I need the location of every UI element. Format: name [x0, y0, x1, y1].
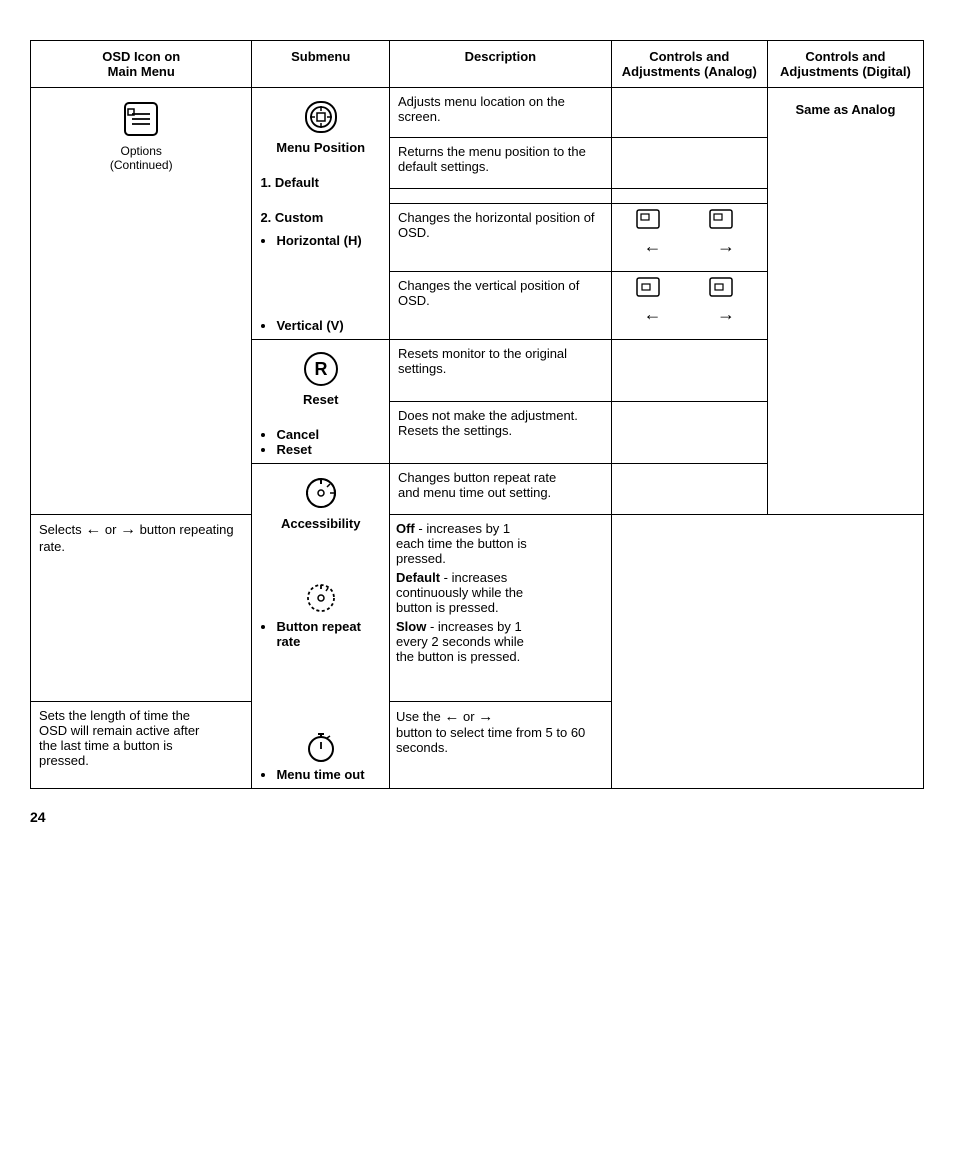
header-osd: OSD Icon onMain Menu [31, 41, 252, 88]
horizontal-analog-cell: ← → [611, 204, 767, 272]
accessibility-icon [302, 474, 340, 512]
menu-position-sub1: 1. Default [260, 175, 381, 190]
horizontal-desc-cell: Changes the horizontal position of OSD. [389, 204, 611, 272]
reset-desc: Resets monitor to the original settings. [398, 346, 567, 376]
reset-analog [611, 340, 767, 402]
right-arrow-inline: → [120, 521, 136, 538]
vertical-left-icon [635, 276, 671, 304]
button-repeat-desc-or: or [105, 522, 120, 537]
menu-position-analog-empty [611, 88, 767, 138]
horizontal-desc: Changes the horizontal position of OSD. [398, 210, 595, 240]
header-submenu: Submenu [252, 41, 390, 88]
button-repeat-analog-cell: Off - increases by 1 each time the butto… [389, 515, 611, 701]
reset-icon: R [302, 350, 340, 388]
timeout-or: or [463, 709, 478, 724]
main-table: OSD Icon onMain Menu Submenu Description… [30, 40, 924, 789]
menu-timeout-item: Menu time out [260, 729, 381, 782]
button-repeat-off: Off - increases by 1 each time the butto… [396, 521, 605, 566]
horizontal-item: Horizontal (H) [260, 233, 381, 248]
button-repeat-slow: Slow - increases by 1 every 2 seconds wh… [396, 619, 605, 664]
button-repeat-icon [304, 581, 338, 615]
same-as-analog-cell: Same as Analog [767, 88, 923, 515]
horizontal-right-ctrl: → [708, 208, 744, 257]
off-desc: - increases by 1 each time the button is… [396, 521, 527, 566]
off-label: Off [396, 521, 415, 536]
options-menu-position-row: Options (Continued) Menu Position 1. [31, 88, 924, 138]
button-repeat-row: Selects ← or → button repeating rate. Of… [31, 515, 924, 701]
accessibility-desc: Changes button repeat rate and menu time… [398, 470, 556, 500]
custom-desc-cell [389, 188, 611, 203]
menu-position-desc-main: Adjusts menu location on the screen. [398, 94, 565, 124]
custom-analog [611, 188, 767, 203]
options-osd-icon [120, 98, 162, 140]
left-arrow-icon: ← [644, 236, 662, 257]
right-arrow-icon: → [717, 236, 735, 257]
button-repeat-item: Button repeat rate [260, 581, 381, 649]
menu-position-desc-cell: Adjusts menu location on the screen. [389, 88, 611, 138]
button-repeat-desc-prefix: Selects [39, 522, 85, 537]
cancel-label: Cancel [276, 427, 319, 442]
vertical-right-arrow: → [717, 304, 735, 325]
accessibility-analog [611, 464, 767, 515]
options-icon-cell: Options (Continued) [31, 88, 252, 515]
reset-label: Reset [260, 392, 381, 407]
reset-desc-cell: Resets monitor to the original settings. [389, 340, 611, 402]
menu-position-submenu-cell: Menu Position 1. Default 2. Custom Horiz… [252, 88, 390, 340]
default-desc-cell: Returns the menu position to the default… [389, 138, 611, 188]
menu-timeout-icon [304, 729, 338, 763]
default-analog [611, 138, 767, 188]
slow-label: Slow [396, 619, 426, 634]
vertical-right-icon [708, 276, 744, 304]
default-label: Default [396, 570, 440, 585]
button-repeat-label: Button repeat rate [276, 619, 361, 649]
header-analog: Controls andAdjustments (Analog) [611, 41, 767, 88]
accessibility-submenu-cell: Accessibility Button repeat rate [252, 464, 390, 789]
vertical-item: Vertical (V) [260, 318, 381, 333]
timeout-left-arrow: ← [444, 708, 459, 725]
vertical-desc: Changes the vertical position of OSD. [398, 278, 579, 308]
menu-timeout-ctrl-text: Use the [396, 709, 444, 724]
header-digital: Controls andAdjustments (Digital) [767, 41, 923, 88]
svg-text:R: R [314, 359, 327, 379]
accessibility-label: Accessibility [260, 516, 381, 531]
vertical-left-ctrl: ← [635, 276, 671, 325]
menu-timeout-label: Menu time out [276, 767, 364, 782]
page-number: 24 [30, 809, 924, 825]
menu-timeout-desc-cell: Sets the length of time the OSD will rem… [31, 701, 252, 788]
reset-submenu-cell: R Reset Cancel Reset [252, 340, 390, 464]
reset-desc-2: Resets the settings. [398, 423, 603, 438]
button-repeat-default: Default - increases continuously while t… [396, 570, 605, 615]
header-description: Description [389, 41, 611, 88]
menu-timeout-analog-cell: Use the ← or → button to select time fro… [389, 701, 611, 788]
menu-position-icon [302, 98, 340, 136]
same-as-analog-text: Same as Analog [776, 98, 915, 121]
menu-timeout-desc: Sets the length of time the OSD will rem… [39, 708, 199, 768]
horizontal-left-ctrl: ← [635, 208, 671, 257]
left-arrow-inline: ← [85, 521, 101, 538]
menu-timeout-row: Sets the length of time the OSD will rem… [31, 701, 924, 788]
horizontal-left-icon [635, 208, 671, 236]
timeout-right-arrow: → [478, 708, 493, 725]
menu-position-label: Menu Position [260, 140, 381, 155]
button-repeat-desc-cell: Selects ← or → button repeating rate. [31, 515, 252, 701]
cancel-reset-desc-cell: Does not make the adjustment. Resets the… [389, 402, 611, 464]
options-label: Options (Continued) [39, 144, 243, 172]
cancel-reset-analog [611, 402, 767, 464]
horizontal-right-icon [708, 208, 744, 236]
timeout-ctrl-suffix: button to select time from 5 to 60 secon… [396, 725, 585, 755]
vertical-analog-cell: ← → [611, 271, 767, 339]
accessibility-desc-cell: Changes button repeat rate and menu time… [389, 464, 611, 515]
vertical-right-ctrl: → [708, 276, 744, 325]
vertical-desc-cell: Changes the vertical position of OSD. [389, 271, 611, 339]
menu-position-sub2: 2. Custom [260, 210, 381, 225]
cancel-desc: Does not make the adjustment. [398, 408, 603, 423]
default-desc: Returns the menu position to the default… [398, 144, 586, 174]
reset-sub-label: Reset [276, 442, 311, 457]
cancel-reset-list: Cancel Reset [260, 427, 381, 457]
vertical-left-arrow: ← [644, 304, 662, 325]
